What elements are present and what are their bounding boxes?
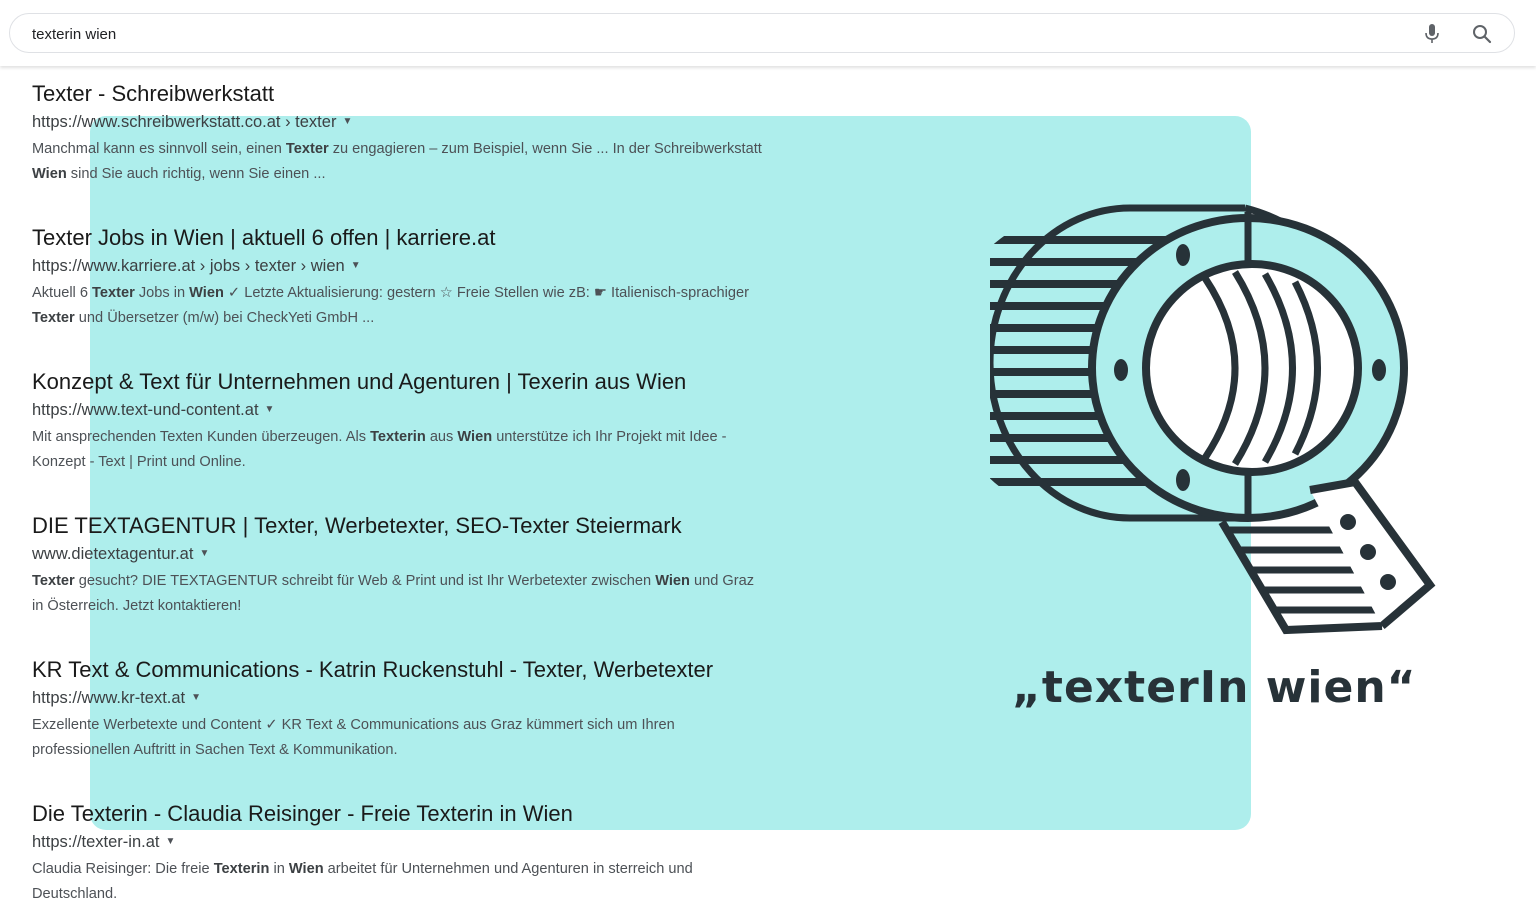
snippet-text: Exzellente Werbetexte und Content ✓ KR T…	[32, 717, 675, 758]
result-title-link[interactable]: Texter Jobs in Wien | aktuell 6 offen | …	[32, 224, 752, 252]
result-url-text: https://www.text-und-content.at	[32, 401, 259, 419]
search-result: Texter - Schreibwerkstatt https://www.sc…	[32, 80, 762, 187]
snippet-text: sind Sie auch richtig, wenn Sie einen ..…	[66, 166, 326, 182]
snippet-text: Jobs in	[134, 285, 190, 301]
result-snippet: Exzellente Werbetexte und Content ✓ KR T…	[32, 713, 762, 763]
snippet-text: gesucht? DIE TEXTAGENTUR schreibt für We…	[74, 573, 656, 589]
snippet-highlight: Texter	[32, 573, 75, 589]
snippet-highlight: Texter	[32, 310, 75, 326]
snippet-text: Manchmal kann es sinnvoll sein, einen	[32, 141, 286, 157]
snippet-highlight: Wien	[457, 429, 493, 445]
caret-down-icon[interactable]: ▼	[265, 399, 275, 421]
search-result: Die Texterin - Claudia Reisinger - Freie…	[32, 800, 762, 904]
result-title-link[interactable]: Die Texterin - Claudia Reisinger - Freie…	[32, 800, 752, 828]
result-title-link[interactable]: Texter - Schreibwerkstatt	[32, 80, 752, 108]
result-url: www.dietextagentur.at ▼	[32, 543, 762, 565]
search-icon[interactable]	[1471, 23, 1493, 45]
result-title-link[interactable]: Konzept & Text für Unternehmen und Agent…	[32, 368, 752, 396]
search-result: Konzept & Text für Unternehmen und Agent…	[32, 368, 762, 475]
result-snippet: Texter gesucht? DIE TEXTAGENTUR schreibt…	[32, 569, 762, 619]
result-title-link[interactable]: KR Text & Communications - Katrin Rucken…	[32, 656, 752, 684]
result-url-text: https://www.kr-text.at	[32, 689, 186, 707]
snippet-text: zu engagieren – zum Beispiel, wenn Sie .…	[328, 141, 762, 157]
search-result: KR Text & Communications - Katrin Rucken…	[32, 656, 762, 763]
result-url: https://www.text-und-content.at ▼	[32, 399, 762, 421]
snippet-text: Mit ansprechenden Texten Kunden überzeug…	[32, 429, 371, 445]
snippet-text: Aktuell 6	[32, 285, 93, 301]
magnifier-q-logo	[986, 200, 1440, 640]
snippet-text: Claudia Reisinger: Die freie	[32, 861, 214, 877]
result-snippet: Aktuell 6 Texter Jobs in Wien ✓ Letzte A…	[32, 281, 762, 331]
snippet-highlight: Texter	[92, 285, 135, 301]
snippet-text: ✓ Letzte Aktualisierung: gestern ☆ Freie…	[223, 285, 749, 301]
result-snippet: Manchmal kann es sinnvoll sein, einen Te…	[32, 137, 762, 187]
tagline-text: „texterIn wien“	[1012, 662, 1417, 713]
snippet-highlight: Wien	[655, 573, 690, 589]
snippet-text: und Übersetzer (m/w) bei CheckYeti GmbH …	[74, 310, 375, 326]
snippet-highlight: Texterin	[213, 861, 270, 877]
result-url: https://texter-in.at ▼	[32, 831, 762, 853]
snippet-highlight: Wien	[189, 285, 224, 301]
result-url: https://www.karriere.at › jobs › texter …	[32, 255, 762, 277]
snippet-highlight: Wien	[288, 861, 324, 877]
caret-down-icon[interactable]: ▼	[165, 831, 175, 853]
search-result: DIE TEXTAGENTUR | Texter, Werbetexter, S…	[32, 512, 762, 619]
search-box[interactable]	[9, 13, 1515, 53]
snippet-text: aus	[425, 429, 458, 445]
caret-down-icon[interactable]: ▼	[342, 111, 352, 133]
result-title-link[interactable]: DIE TEXTAGENTUR | Texter, Werbetexter, S…	[32, 512, 752, 540]
snippet-highlight: Wien	[32, 166, 67, 182]
search-input[interactable]	[32, 23, 1382, 45]
result-url: https://www.kr-text.at ▼	[32, 687, 762, 709]
result-url-text: https://www.karriere.at › jobs › texter …	[32, 257, 345, 275]
result-url-text: www.dietextagentur.at	[32, 545, 194, 563]
result-url: https://www.schreibwerkstatt.co.at › tex…	[32, 111, 762, 133]
result-url-text: https://texter-in.at	[32, 833, 160, 851]
microphone-icon[interactable]	[1422, 23, 1442, 45]
search-result: Texter Jobs in Wien | aktuell 6 offen | …	[32, 224, 762, 331]
caret-down-icon[interactable]: ▼	[199, 543, 209, 565]
caret-down-icon[interactable]: ▼	[191, 687, 201, 709]
result-snippet: Claudia Reisinger: Die freie Texterin in…	[32, 857, 762, 904]
caret-down-icon[interactable]: ▼	[351, 255, 361, 277]
top-bar	[0, 0, 1536, 66]
snippet-highlight: Texterin	[370, 429, 426, 445]
result-snippet: Mit ansprechenden Texten Kunden überzeug…	[32, 425, 762, 475]
snippet-highlight: Texter	[285, 141, 329, 157]
snippet-text: in	[269, 861, 289, 877]
result-url-text: https://www.schreibwerkstatt.co.at › tex…	[32, 113, 337, 131]
